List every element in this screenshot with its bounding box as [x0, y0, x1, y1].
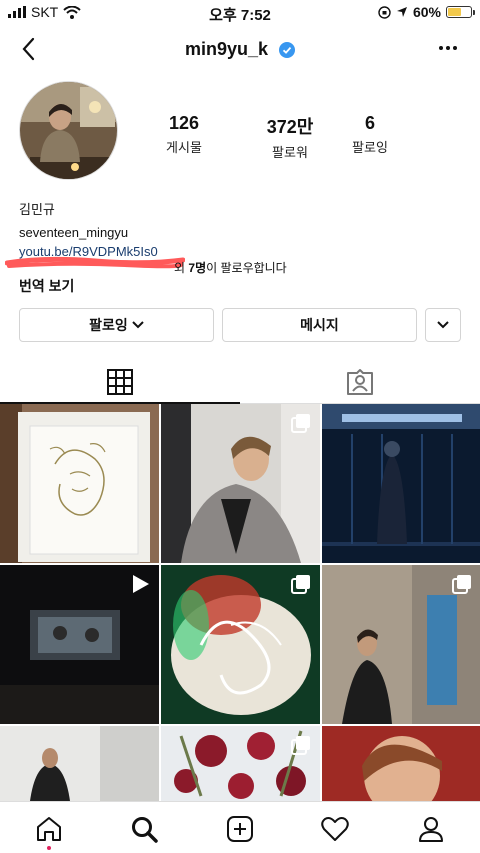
message-button-label: 메시지 — [300, 317, 339, 333]
rotation-lock-icon — [378, 5, 391, 19]
search-icon — [132, 817, 158, 843]
multiple-photos-icon — [291, 736, 310, 755]
followed-by-pre: 외 — [174, 261, 186, 275]
stat-posts[interactable]: 126 게시물 — [134, 113, 234, 156]
home-icon — [37, 817, 61, 841]
chevron-down-icon — [437, 321, 449, 329]
tab-posts-grid[interactable] — [0, 360, 240, 404]
multiple-photos-icon — [452, 575, 471, 594]
post-thumbnail-2[interactable] — [161, 404, 320, 563]
red-redaction-scribble — [5, 256, 185, 269]
see-translation-link[interactable]: 번역 보기 — [19, 276, 74, 296]
multiple-photos-icon — [291, 414, 310, 433]
post-thumbnail-9[interactable] — [322, 726, 480, 801]
profile-header: min9yu_k — [0, 30, 480, 70]
stat-following[interactable]: 6 팔로잉 — [320, 113, 420, 156]
add-post-icon — [227, 816, 253, 842]
tab-tagged[interactable] — [240, 360, 480, 404]
username: min9yu_k — [184, 39, 269, 59]
multiple-photos-icon — [291, 575, 310, 594]
followed-by-post: 이 팔로우합니다 — [206, 261, 287, 275]
display-name: 김민규 — [19, 202, 55, 217]
bio: 김민규 seventeen_mingyu youtu.be/R9VDPMk5Is… — [19, 200, 158, 261]
video-play-icon — [133, 575, 149, 593]
activity-dot — [47, 846, 51, 850]
nav-home[interactable] — [32, 812, 66, 846]
more-options-icon[interactable] — [438, 38, 458, 58]
battery-fill — [448, 8, 462, 16]
nav-profile[interactable] — [414, 812, 448, 846]
following-count: 6 — [364, 113, 375, 133]
suggested-accounts-button[interactable] — [425, 308, 461, 342]
bottom-navigation — [0, 801, 480, 853]
following-button[interactable]: 팔로잉 — [19, 308, 214, 342]
heart-icon — [321, 817, 349, 841]
post-thumbnail-8[interactable] — [161, 726, 320, 801]
following-button-label: 팔로잉 — [89, 317, 128, 333]
post-thumbnail-3[interactable] — [322, 404, 480, 563]
post-thumbnail-4[interactable] — [0, 565, 159, 724]
post-thumbnail-1[interactable] — [0, 404, 159, 563]
username-title: min9yu_k — [0, 39, 480, 60]
post-thumbnail-5[interactable] — [161, 565, 320, 724]
verified-badge-icon — [279, 42, 296, 58]
bio-line: seventeen_mingyu — [19, 225, 129, 240]
location-icon — [396, 7, 407, 17]
chevron-down-icon — [132, 321, 144, 329]
message-button[interactable]: 메시지 — [222, 308, 417, 342]
nav-activity[interactable] — [318, 812, 352, 846]
nav-search[interactable] — [127, 812, 161, 846]
posts-label: 게시물 — [166, 140, 202, 155]
profile-avatar[interactable] — [19, 81, 118, 180]
following-label: 팔로잉 — [352, 140, 388, 155]
tagged-icon — [347, 369, 373, 395]
grid-icon — [107, 369, 133, 395]
profile-icon — [419, 817, 443, 842]
post-thumbnail-6[interactable] — [322, 565, 480, 724]
battery-icon — [446, 6, 475, 18]
followed-by[interactable]: 외 7명이 팔로우합니다 — [174, 259, 287, 276]
status-bar: SKT 오후 7:52 60% — [0, 0, 480, 24]
posts-count: 126 — [168, 113, 200, 133]
nav-create[interactable] — [223, 812, 257, 846]
battery-percent: 60% — [412, 4, 441, 20]
followed-by-count: 7명 — [188, 261, 207, 275]
post-thumbnail-7[interactable] — [0, 726, 159, 801]
